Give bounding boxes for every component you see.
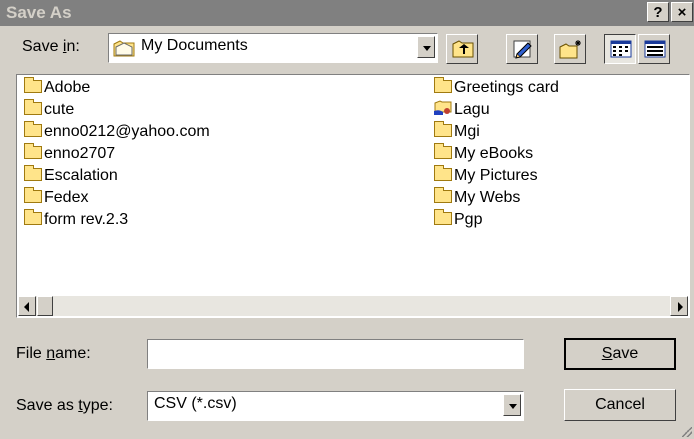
file-name-label: File name: <box>16 345 91 362</box>
folder-icon <box>24 187 42 203</box>
list-item[interactable]: Escalation <box>24 165 118 186</box>
save-as-dialog: Save As ? × Save in: My Documents Adobe … <box>0 0 694 439</box>
folder-icon <box>24 99 42 115</box>
scroll-left-button[interactable] <box>18 296 36 316</box>
list-item[interactable]: Adobe <box>24 77 90 98</box>
folder-icon <box>24 165 42 181</box>
cancel-button[interactable]: Cancel <box>564 389 676 421</box>
details-view-button[interactable] <box>638 34 670 64</box>
arrow-right-icon <box>678 302 683 312</box>
list-view-icon <box>610 40 632 63</box>
desktop-icon <box>512 39 534 64</box>
save-in-dropdown-button[interactable] <box>417 36 435 58</box>
list-item[interactable]: Fedex <box>24 187 88 208</box>
create-new-folder-button[interactable] <box>554 34 586 64</box>
list-item[interactable]: Mgi <box>434 121 480 142</box>
folder-icon <box>24 209 42 225</box>
list-view-button[interactable] <box>604 34 636 64</box>
up-one-level-icon <box>452 40 474 63</box>
file-list[interactable]: Adobe cute enno0212@yahoo.com enno2707 E… <box>16 74 690 318</box>
scroll-thumb[interactable] <box>37 296 53 316</box>
folder-icon <box>24 77 42 93</box>
list-item[interactable]: Greetings card <box>434 77 559 98</box>
list-item[interactable]: form rev.2.3 <box>24 209 128 230</box>
create-new-folder-icon <box>559 39 583 64</box>
title-bar[interactable]: Save As ? × <box>0 0 694 26</box>
details-view-icon <box>644 40 666 63</box>
scroll-right-button[interactable] <box>670 296 688 316</box>
resize-grip[interactable] <box>682 427 692 437</box>
help-button[interactable]: ? <box>647 2 669 22</box>
list-item[interactable]: My Webs <box>434 187 520 208</box>
horizontal-scrollbar[interactable] <box>18 296 688 316</box>
folder-icon <box>434 187 452 203</box>
save-in-label: Save in: <box>22 38 80 55</box>
desktop-button[interactable] <box>506 34 538 64</box>
save-as-type-dropdown[interactable]: CSV (*.csv) <box>147 391 524 421</box>
list-item[interactable]: cute <box>24 99 74 120</box>
shared-folder-icon <box>434 100 452 122</box>
folder-icon <box>24 143 42 159</box>
folder-icon <box>24 121 42 137</box>
my-documents-icon <box>113 39 135 62</box>
up-one-level-button[interactable] <box>446 34 478 64</box>
save-button[interactable]: Save <box>564 338 676 370</box>
save-in-dropdown[interactable]: My Documents <box>108 33 438 63</box>
list-item[interactable]: My eBooks <box>434 143 533 164</box>
folder-icon <box>434 143 452 159</box>
file-name-input[interactable] <box>147 339 524 369</box>
folder-icon <box>434 77 452 93</box>
close-button[interactable]: × <box>671 2 693 22</box>
window-title: Save As <box>6 3 72 22</box>
list-item[interactable]: Pgp <box>434 209 482 230</box>
arrow-left-icon <box>24 302 29 312</box>
list-item[interactable]: enno0212@yahoo.com <box>24 121 210 142</box>
save-as-type-dropdown-button[interactable] <box>503 394 521 416</box>
save-as-type-value: CSV (*.csv) <box>154 395 237 412</box>
save-as-type-label: Save as type: <box>16 397 113 414</box>
save-in-value: My Documents <box>141 37 248 54</box>
list-item[interactable]: enno2707 <box>24 143 115 164</box>
folder-icon <box>434 165 452 181</box>
folder-icon <box>434 209 452 225</box>
folder-icon <box>434 121 452 137</box>
list-item[interactable]: Lagu <box>434 100 490 120</box>
list-item[interactable]: My Pictures <box>434 165 538 186</box>
